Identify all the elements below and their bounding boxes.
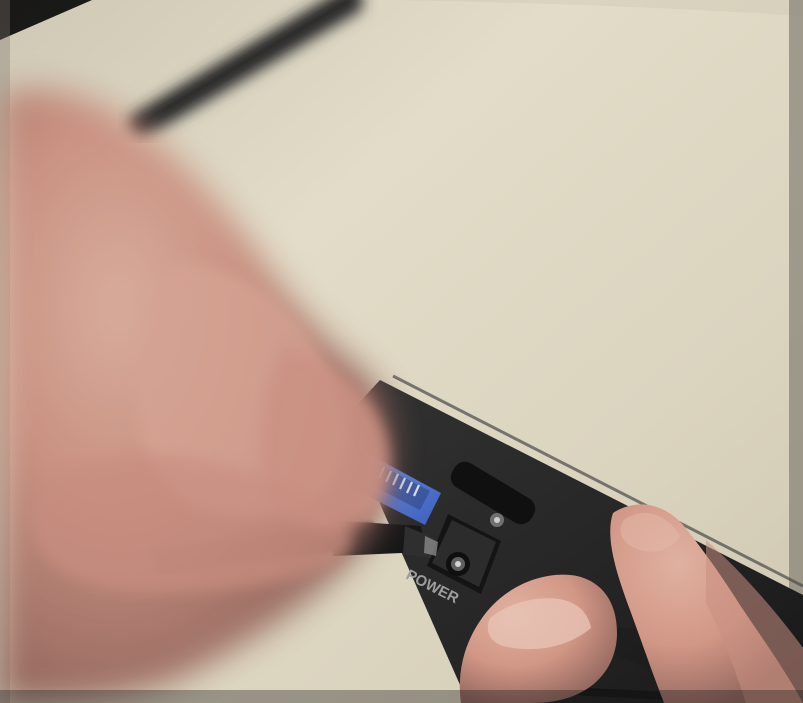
photo-scene: POWER <box>0 0 803 703</box>
bottom-edge-shadow <box>0 690 803 703</box>
photo-canvas: POWER <box>0 0 803 703</box>
